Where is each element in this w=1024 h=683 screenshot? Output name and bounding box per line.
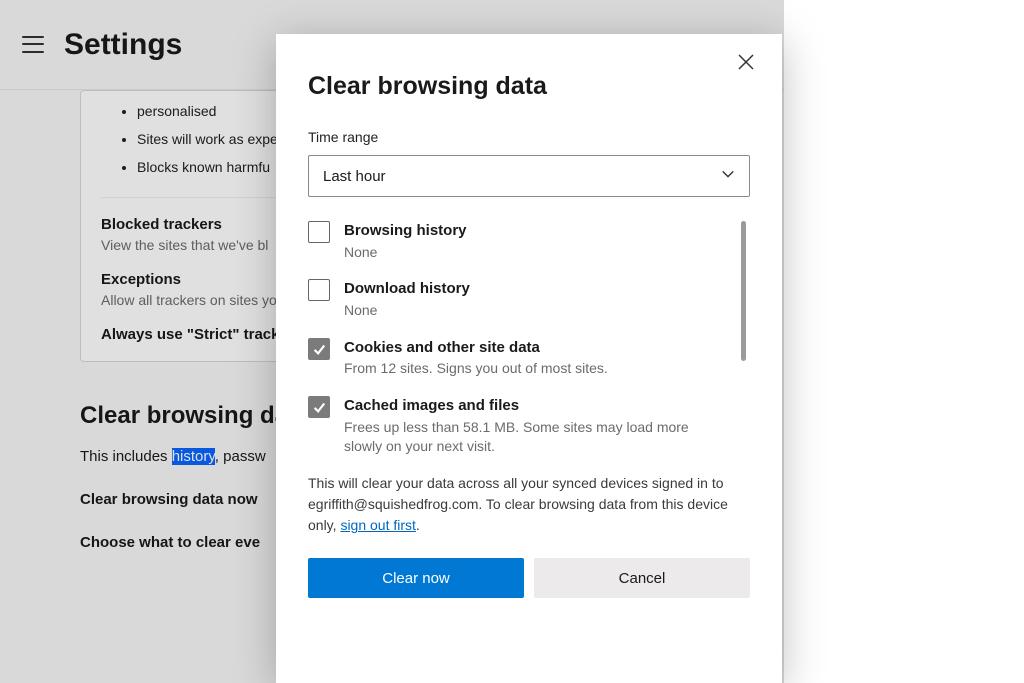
download-history-row[interactable]: Download history None [308, 279, 724, 319]
browsing-history-checkbox[interactable] [308, 221, 330, 243]
browsing-history-row[interactable]: Browsing history None [308, 221, 724, 261]
item-title: Cached images and files [344, 396, 724, 416]
close-icon [738, 54, 754, 70]
item-sub: From 12 sites. Signs you out of most sit… [344, 359, 608, 378]
item-title: Browsing history [344, 221, 467, 241]
highlighted-text: history [172, 448, 215, 465]
clear-browsing-data-dialog: Clear browsing data Time range Last hour… [276, 34, 782, 683]
item-title: Download history [344, 279, 470, 299]
scrollbar-thumb[interactable] [741, 221, 746, 361]
item-title: Cookies and other site data [344, 338, 608, 358]
time-range-value: Last hour [323, 168, 386, 185]
page-title: Settings [64, 28, 182, 62]
cancel-button[interactable]: Cancel [534, 558, 750, 598]
item-sub: None [344, 301, 470, 320]
cookies-row[interactable]: Cookies and other site data From 12 site… [308, 338, 724, 378]
right-blank-area [784, 0, 1024, 683]
cached-row[interactable]: Cached images and files Frees up less th… [308, 396, 724, 455]
item-sub: None [344, 243, 467, 262]
sign-out-link[interactable]: sign out first [340, 517, 415, 533]
cached-checkbox[interactable] [308, 396, 330, 418]
download-history-checkbox[interactable] [308, 279, 330, 301]
dialog-title: Clear browsing data [308, 72, 750, 101]
time-range-select[interactable]: Last hour [308, 155, 750, 197]
clear-now-button[interactable]: Clear now [308, 558, 524, 598]
menu-icon[interactable] [22, 34, 44, 56]
cookies-checkbox[interactable] [308, 338, 330, 360]
data-type-list: Browsing history None Download history N… [308, 221, 750, 455]
close-button[interactable] [738, 54, 760, 76]
item-sub: Frees up less than 58.1 MB. Some sites m… [344, 418, 724, 456]
time-range-label: Time range [308, 129, 750, 145]
chevron-down-icon [721, 167, 735, 185]
sync-note: This will clear your data across all you… [308, 473, 750, 536]
